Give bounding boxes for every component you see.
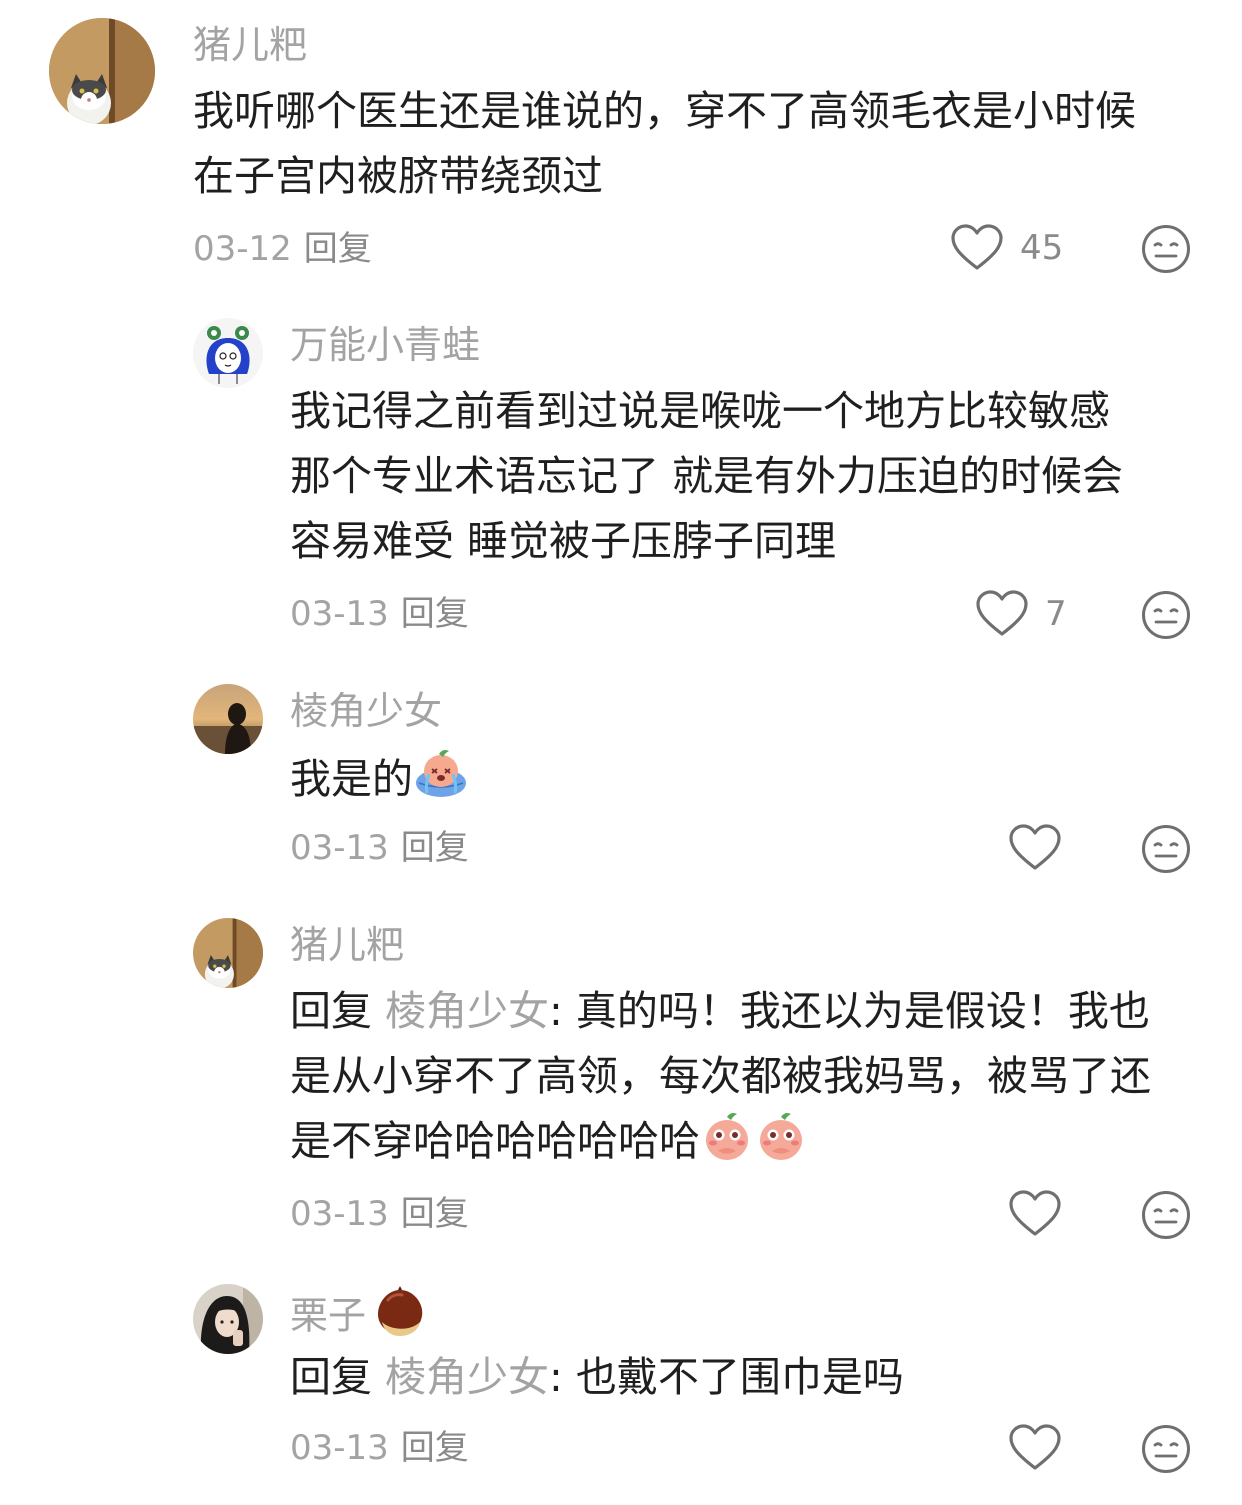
reply-button[interactable]: 回复 bbox=[401, 828, 469, 868]
comment-line-text: : 也戴不了围巾是吗 bbox=[549, 1353, 904, 1401]
like-button[interactable] bbox=[1008, 1190, 1062, 1238]
dark-hair-avatar-image bbox=[193, 1284, 263, 1354]
reply-button[interactable]: 回复 bbox=[401, 1194, 469, 1234]
heart-icon bbox=[1008, 1424, 1062, 1472]
reply-button[interactable]: 回复 bbox=[401, 594, 469, 634]
comment-meta: 03-12 回复 bbox=[193, 226, 372, 272]
dislike-button[interactable] bbox=[1141, 224, 1191, 274]
comment-author[interactable]: 猪儿粑 bbox=[193, 20, 307, 70]
reply-button[interactable]: 回复 bbox=[401, 1428, 469, 1468]
comment-meta: 03-13 回复 bbox=[290, 1425, 469, 1471]
comment-author[interactable]: 棱角少女 bbox=[290, 686, 442, 736]
sunset-avatar-image bbox=[193, 684, 263, 754]
comment-date: 03-13 bbox=[290, 828, 389, 868]
comment-author[interactable]: 万能小青蛙 bbox=[290, 320, 480, 370]
comment-line: 我记得之前看到过说是喉咙一个地方比较敏感 bbox=[290, 387, 1110, 435]
comment-text: 我记得之前看到过说是喉咙一个地方比较敏感 那个专业术语忘记了 就是有外力压迫的时… bbox=[290, 379, 1123, 574]
comment-author[interactable]: 栗子 bbox=[290, 1286, 426, 1350]
like-button[interactable] bbox=[1008, 1424, 1062, 1472]
comment-line: 我听哪个医生还是谁说的，穿不了高领毛衣是小时候 bbox=[193, 87, 1136, 135]
comment-line: 回复 棱角少女: 也戴不了围巾是吗 bbox=[290, 1345, 904, 1410]
dislike-button[interactable] bbox=[1141, 1424, 1191, 1474]
chestnut-emoji bbox=[374, 1286, 426, 1350]
comment-line: 回复 棱角少女: 真的吗！我还以为是假设！我也 bbox=[290, 979, 1151, 1044]
comment-line: 那个专业术语忘记了 就是有外力压迫的时候会 bbox=[290, 452, 1124, 500]
comment-line: 是从小穿不了高领，每次都被我妈骂，被骂了还 bbox=[290, 1052, 1151, 1100]
dislike-button[interactable] bbox=[1141, 590, 1191, 640]
like-count: 45 bbox=[1020, 228, 1064, 268]
meh-face-icon bbox=[1142, 225, 1190, 273]
comment-meta: 03-13 回复 bbox=[290, 825, 469, 871]
heart-icon bbox=[1008, 824, 1062, 872]
comment-line: 是不穿哈哈哈哈哈哈哈 bbox=[290, 1109, 1151, 1174]
heart-icon bbox=[975, 590, 1029, 638]
shy-peach-emoji bbox=[700, 1109, 754, 1163]
comment-date: 03-13 bbox=[290, 594, 389, 634]
avatar[interactable] bbox=[193, 918, 263, 988]
comment-text: 回复 棱角少女: 真的吗！我还以为是假设！我也 是从小穿不了高领，每次都被我妈骂… bbox=[290, 979, 1151, 1174]
avatar[interactable] bbox=[193, 1284, 263, 1354]
like-button[interactable]: 45 bbox=[950, 224, 1063, 272]
avatar[interactable] bbox=[193, 684, 263, 754]
meh-face-icon bbox=[1142, 825, 1190, 873]
frog-girl-avatar-image bbox=[193, 318, 263, 388]
comment-line-text: 我是的 bbox=[290, 755, 413, 803]
comment-date: 03-13 bbox=[290, 1194, 389, 1234]
comment-line-text: : 真的吗！我还以为是假设！我也 bbox=[549, 987, 1150, 1035]
reply-prefix: 回复 bbox=[290, 1353, 372, 1401]
crying-peach-emoji bbox=[413, 745, 469, 801]
comment-author[interactable]: 猪儿粑 bbox=[290, 920, 404, 970]
shy-peach-emoji bbox=[754, 1109, 808, 1163]
cat-avatar-image bbox=[193, 918, 263, 988]
heart-icon bbox=[950, 224, 1004, 272]
comment-line: 我是的 bbox=[290, 745, 469, 812]
reply-target-user[interactable]: 棱角少女 bbox=[385, 1353, 549, 1401]
like-button[interactable] bbox=[1008, 824, 1062, 872]
like-count: 7 bbox=[1045, 594, 1067, 634]
comment-meta: 03-13 回复 bbox=[290, 591, 469, 637]
meh-face-icon bbox=[1142, 591, 1190, 639]
meh-face-icon bbox=[1142, 1425, 1190, 1473]
comment-line: 容易难受 睡觉被子压脖子同理 bbox=[290, 517, 837, 565]
comment-text: 我听哪个医生还是谁说的，穿不了高领毛衣是小时候 在子宫内被脐带绕颈过 bbox=[193, 79, 1136, 209]
comment-date: 03-12 bbox=[193, 229, 292, 269]
comment-line-text: 是不穿哈哈哈哈哈哈哈 bbox=[290, 1117, 700, 1165]
reply-prefix: 回复 bbox=[290, 987, 372, 1035]
avatar[interactable] bbox=[49, 18, 155, 124]
comment-text: 回复 棱角少女: 也戴不了围巾是吗 bbox=[290, 1345, 904, 1410]
avatar[interactable] bbox=[193, 318, 263, 388]
dislike-button[interactable] bbox=[1141, 824, 1191, 874]
comment-line: 在子宫内被脐带绕颈过 bbox=[193, 152, 603, 200]
meh-face-icon bbox=[1142, 1191, 1190, 1239]
comment-meta: 03-13 回复 bbox=[290, 1191, 469, 1237]
comment-text: 我是的 bbox=[290, 745, 469, 812]
dislike-button[interactable] bbox=[1141, 1190, 1191, 1240]
reply-button[interactable]: 回复 bbox=[304, 229, 372, 269]
cat-avatar-image bbox=[49, 18, 155, 124]
reply-target-user[interactable]: 棱角少女 bbox=[385, 987, 549, 1035]
author-name: 栗子 bbox=[290, 1293, 367, 1338]
comment-date: 03-13 bbox=[290, 1428, 389, 1468]
heart-icon bbox=[1008, 1190, 1062, 1238]
like-button[interactable]: 7 bbox=[975, 590, 1067, 638]
